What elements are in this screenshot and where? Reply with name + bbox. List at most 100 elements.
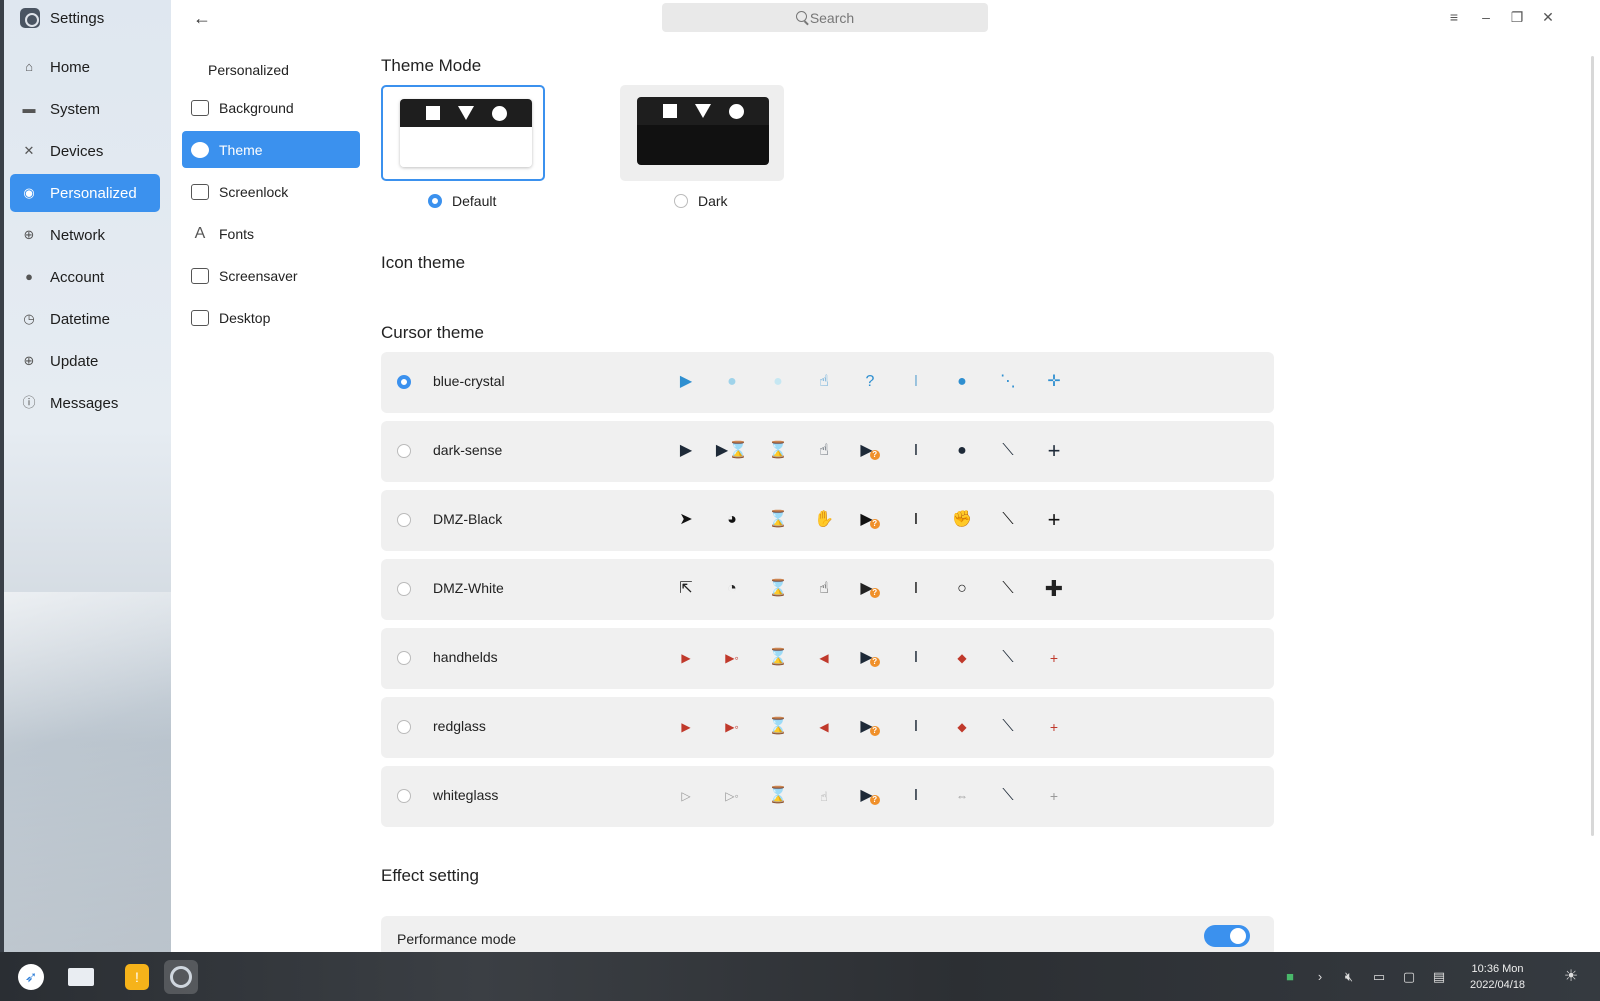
subnav-item-fonts[interactable]: A Fonts xyxy=(182,215,360,252)
settings-taskbar-icon[interactable] xyxy=(164,960,198,994)
cursor-radio[interactable] xyxy=(397,375,411,389)
theme-option-default[interactable]: Default xyxy=(428,193,496,209)
taskbar-clock[interactable]: 10:36 Mon 2022/04/18 xyxy=(1470,961,1525,993)
text-cursor-icon: I xyxy=(913,787,919,804)
performance-mode-row: Performance mode xyxy=(381,916,1274,952)
crosshair-cursor-icon: ✛ xyxy=(1047,373,1061,390)
cursor-radio[interactable] xyxy=(397,720,411,734)
cursor-radio[interactable] xyxy=(397,513,411,527)
icon-theme-title: Icon theme xyxy=(381,253,466,272)
back-arrow-icon[interactable]: ← xyxy=(189,6,215,32)
help-cursor-icon: ▶? xyxy=(847,439,893,463)
volume-muted-icon[interactable]: 🔇︎ xyxy=(1340,968,1358,986)
cursor-name: blue-crystal xyxy=(433,373,505,389)
performance-mode-toggle[interactable] xyxy=(1204,925,1250,947)
resize-cursor-icon: ⟍ xyxy=(1002,718,1014,735)
cursor-name: whiteglass xyxy=(433,787,499,803)
subnav-item-desktop[interactable]: Desktop xyxy=(182,299,360,336)
tray-expand-icon[interactable]: › xyxy=(1311,968,1329,986)
sidebar-item-messages[interactable]: ⓘ Messages xyxy=(10,384,160,422)
subnav-item-label: Theme xyxy=(219,141,263,158)
subnav-item-theme[interactable]: Theme xyxy=(182,131,360,168)
sidebar-item-datetime[interactable]: ◷ Datetime xyxy=(10,300,160,338)
sidebar-item-label: Devices xyxy=(50,142,104,160)
info-icon: ⓘ xyxy=(22,395,36,410)
clock-time: 10:36 Mon xyxy=(1471,963,1524,975)
theme-card-dark[interactable] xyxy=(620,85,784,181)
text-cursor-icon: I xyxy=(913,649,919,666)
subnav-list: Background Theme Screenlock A Fonts Scre… xyxy=(182,89,360,341)
taskbar: ➶ ! ■ › 🔇︎ ▭ ▢ ▤ 10:36 Mon 2022/04/18 ☀ xyxy=(0,952,1600,1001)
busy-cursor-icon: ▶◦ xyxy=(725,651,739,665)
subnav-item-screenlock[interactable]: Screenlock xyxy=(182,173,360,210)
hand-cursor-icon: ✋ xyxy=(814,511,834,528)
cursor-row-dmz-white[interactable]: DMZ-White ⇱ ◔ ⌛ ☝ ▶? I ○ ⟍ ✚ xyxy=(381,559,1274,620)
sidebar-item-label: System xyxy=(50,100,101,118)
cursor-theme-list: blue-crystal ▶ ● ● ☝ ? I ● ⋱ ✛ dark-sens… xyxy=(381,352,1274,835)
keyboard-icon[interactable]: ▤ xyxy=(1430,968,1448,986)
resize-cursor-icon: ⟍ xyxy=(1002,787,1014,804)
help-cursor-icon: ? xyxy=(865,373,875,390)
wait-cursor-icon: ⌛ xyxy=(768,442,788,459)
subnav-item-background[interactable]: Background xyxy=(182,89,360,126)
cursor-row-redglass[interactable]: redglass ▶ ▶◦ ⌛ ◀ ▶? I ◆ ⟍ + xyxy=(381,697,1274,758)
sidebar-item-update[interactable]: ⊕ Update xyxy=(10,342,160,380)
help-cursor-icon: ▶? xyxy=(847,715,893,739)
network-icon[interactable]: ▭ xyxy=(1370,968,1388,986)
file-manager-icon[interactable] xyxy=(64,960,98,994)
start-menu-icon[interactable]: ➶ xyxy=(14,960,48,994)
arrow-cursor-icon: ▶ xyxy=(681,720,691,734)
subnav-item-label: Desktop xyxy=(219,309,271,326)
sidebar-item-personalized[interactable]: ◉ Personalized xyxy=(10,174,160,212)
subnav-item-label: Fonts xyxy=(219,225,255,242)
content-scrollbar[interactable] xyxy=(1591,56,1594,836)
hand-cursor-icon: ☝ xyxy=(819,442,829,459)
text-cursor-icon: I xyxy=(913,718,919,735)
resize-cursor-icon: ⟍ xyxy=(1002,649,1014,666)
notes-app-icon[interactable]: ! xyxy=(120,960,154,994)
radio-dark[interactable] xyxy=(674,194,688,208)
sidebar-item-devices[interactable]: ✕ Devices xyxy=(10,132,160,170)
sidebar-item-label: Personalized xyxy=(50,184,137,202)
tray-app-icon[interactable]: ■ xyxy=(1281,968,1299,986)
hand-cursor-icon: ☝ xyxy=(819,373,829,390)
cursor-row-dmz-black[interactable]: DMZ-Black ➤ ◕ ⌛ ✋ ▶? I ✊ ⟍ + xyxy=(381,490,1274,551)
hand-cursor-icon: ◀ xyxy=(819,720,829,734)
theme-card-default[interactable] xyxy=(381,85,545,181)
grab-cursor-icon: ● xyxy=(957,373,967,390)
cursor-row-handhelds[interactable]: handhelds ▶ ▶◦ ⌛ ◀ ▶? I ◆ ⟍ + xyxy=(381,628,1274,689)
clock-date: 2022/04/18 xyxy=(1470,979,1526,991)
cursor-preview-icons: ▷ ▷◦ ⌛ ☝ ▶? I ⇔ ⟍ + xyxy=(663,784,1077,808)
cursor-radio[interactable] xyxy=(397,789,411,803)
cursor-row-dark-sense[interactable]: dark-sense ▶ ▶⌛ ⌛ ☝ ▶? I ● ⟍ + xyxy=(381,421,1274,482)
cursor-row-whiteglass[interactable]: whiteglass ▷ ▷◦ ⌛ ☝ ▶? I ⇔ ⟍ + xyxy=(381,766,1274,827)
performance-mode-label: Performance mode xyxy=(397,931,517,947)
sidebar-item-home[interactable]: ⌂ Home xyxy=(10,48,160,86)
cursor-row-blue-crystal[interactable]: blue-crystal ▶ ● ● ☝ ? I ● ⋱ ✛ xyxy=(381,352,1274,413)
subnav-item-screensaver[interactable]: Screensaver xyxy=(182,257,360,294)
wait-cursor-icon: ⌛ xyxy=(768,580,788,597)
cursor-radio[interactable] xyxy=(397,444,411,458)
screenlock-icon xyxy=(191,183,209,200)
arrow-cursor-icon: ➤ xyxy=(679,511,693,528)
grab-cursor-icon: ○ xyxy=(957,580,967,597)
cursor-radio[interactable] xyxy=(397,651,411,665)
radio-default[interactable] xyxy=(428,194,442,208)
sidebar-item-system[interactable]: ▬ System xyxy=(10,90,160,128)
brightness-icon[interactable]: ☀ xyxy=(1562,968,1580,986)
text-cursor-icon: I xyxy=(913,511,919,528)
crosshair-cursor-icon: + xyxy=(1047,438,1061,463)
subnav-item-label: Screensaver xyxy=(219,267,298,284)
crosshair-cursor-icon: + xyxy=(1049,650,1059,666)
grab-cursor-icon: ● xyxy=(957,442,967,459)
theme-preview-default xyxy=(400,99,532,167)
cursor-preview-icons: ➤ ◕ ⌛ ✋ ▶? I ✊ ⟍ + xyxy=(663,508,1077,532)
wait-cursor-icon: ⌛ xyxy=(768,511,788,528)
sidebar-item-account[interactable]: ● Account xyxy=(10,258,160,296)
sidebar-item-network[interactable]: ⊕ Network xyxy=(10,216,160,254)
cursor-radio[interactable] xyxy=(397,582,411,596)
notification-icon[interactable]: ▢ xyxy=(1400,968,1418,986)
theme-option-dark[interactable]: Dark xyxy=(674,193,728,209)
cursor-name: DMZ-White xyxy=(433,580,504,596)
image-icon xyxy=(191,99,209,116)
